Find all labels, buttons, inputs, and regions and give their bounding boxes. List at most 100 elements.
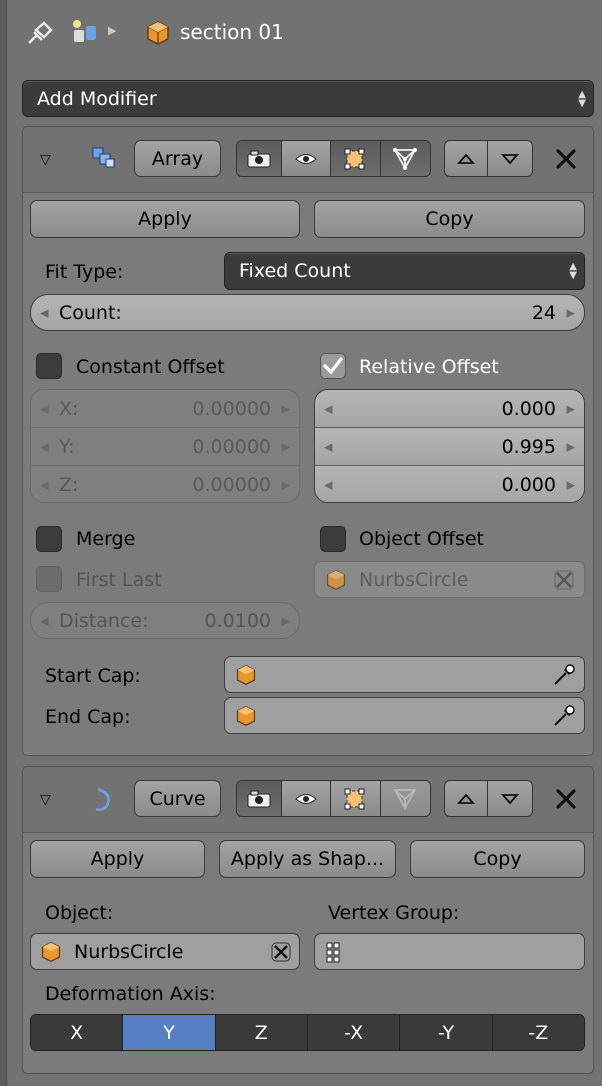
- merge-label: Merge: [76, 528, 136, 550]
- constant-y-field[interactable]: ◀ Y: 0.00000 ▶: [31, 428, 299, 466]
- constant-x-field[interactable]: ◀ X: 0.00000 ▶: [31, 390, 299, 428]
- axis-neg-z-button[interactable]: -Z: [492, 1015, 584, 1050]
- updown-icon: ▲ ▼: [578, 88, 586, 109]
- array-modifier-icon: [91, 146, 117, 170]
- updown-icon: ▲ ▼: [569, 261, 577, 281]
- vertex-group-field[interactable]: [314, 933, 585, 970]
- axis-neg-x-label: -X: [344, 1021, 364, 1044]
- array-apply-label: Apply: [138, 208, 192, 230]
- relative-y-value: 0.995: [501, 435, 556, 458]
- count-label: Count:: [59, 301, 122, 324]
- up-icon: [457, 793, 475, 804]
- axis-z-button[interactable]: Z: [215, 1015, 308, 1050]
- object-cube-icon: [146, 20, 170, 46]
- increment-arrow-icon[interactable]: ▶: [567, 306, 575, 319]
- move-down-button[interactable]: [488, 781, 532, 816]
- axis-neg-x-button[interactable]: -X: [307, 1015, 401, 1050]
- curve-apply-button[interactable]: Apply: [30, 840, 205, 878]
- distance-value: 0.0100: [204, 609, 271, 632]
- deformation-axis-label: Deformation Axis:: [45, 983, 216, 1005]
- vertex-group-icon: [326, 942, 340, 963]
- merge-distance-field[interactable]: ◀ Distance: 0.0100 ▶: [30, 602, 300, 639]
- offset-object-value: NurbsCircle: [359, 569, 469, 591]
- curve-name: Curve: [149, 787, 206, 810]
- relative-x-value: 0.000: [501, 397, 556, 420]
- down-icon: [501, 153, 519, 164]
- constant-z-label: Z:: [59, 474, 79, 496]
- relative-x-field[interactable]: ◀ 0.000 ▶: [315, 390, 584, 428]
- eye-toggle[interactable]: [281, 781, 332, 816]
- fit-type-label: Fit Type:: [45, 261, 124, 283]
- region-divider[interactable]: [0, 0, 7, 1086]
- relative-offset-label: Relative Offset: [359, 356, 499, 378]
- constant-offset-checkbox[interactable]: [36, 353, 62, 379]
- constant-z-value: 0.00000: [192, 474, 271, 496]
- collapse-arrow-icon[interactable]: ▽: [40, 792, 51, 808]
- relative-z-field[interactable]: ◀ 0.000 ▶: [315, 466, 584, 502]
- object-offset-checkbox[interactable]: [320, 526, 346, 552]
- relative-offset-checkbox[interactable]: [320, 353, 346, 379]
- editmode-icon: [344, 148, 365, 169]
- count-field[interactable]: ◀ Count: 24 ▶: [30, 294, 585, 331]
- first-last-checkbox[interactable]: [36, 566, 62, 592]
- render-camera-icon: [247, 150, 271, 167]
- cage-toggle[interactable]: [380, 781, 430, 816]
- eye-icon: [295, 793, 317, 804]
- deformation-axis-selector: X Y Z -X -Y -Z: [30, 1014, 585, 1051]
- editmode-toggle[interactable]: [331, 781, 381, 816]
- add-modifier-dropdown[interactable]: Add Modifier ▲ ▼: [22, 80, 594, 117]
- fit-type-dropdown[interactable]: Fixed Count ▲ ▼: [224, 252, 585, 290]
- render-camera-toggle[interactable]: [237, 141, 282, 176]
- start-cap-field[interactable]: [224, 656, 585, 693]
- checkmark-icon: [323, 357, 343, 375]
- constant-y-value: 0.00000: [192, 435, 271, 458]
- curve-object-field[interactable]: NurbsCircle: [30, 933, 300, 970]
- curve-copy-button[interactable]: Copy: [410, 840, 585, 878]
- render-camera-toggle[interactable]: [237, 781, 282, 816]
- end-cap-field[interactable]: [224, 697, 585, 734]
- object-cube-icon: [41, 942, 61, 962]
- collapse-arrow-icon[interactable]: ▽: [40, 152, 51, 168]
- array-move-buttons: [444, 140, 533, 177]
- object-data-icon: [70, 18, 100, 46]
- apply-as-shape-label: Apply as Shap...: [230, 848, 385, 870]
- move-up-button[interactable]: [445, 781, 489, 816]
- close-icon[interactable]: [555, 788, 577, 810]
- curve-copy-label: Copy: [473, 848, 522, 870]
- pin-icon[interactable]: [26, 20, 54, 46]
- axis-neg-y-button[interactable]: -Y: [400, 1015, 493, 1050]
- curve-visibility-toggles: [236, 780, 431, 817]
- array-copy-button[interactable]: Copy: [314, 200, 585, 238]
- editmode-toggle[interactable]: [331, 141, 381, 176]
- array-name-field[interactable]: Array: [134, 140, 221, 177]
- close-icon[interactable]: [555, 148, 577, 170]
- apply-as-shape-button[interactable]: Apply as Shap...: [219, 840, 396, 878]
- properties-editor: ▶ section 01 Add Modifier ▲ ▼ ▽ Array Ap…: [0, 0, 602, 1086]
- axis-neg-z-label: -Z: [528, 1021, 549, 1044]
- cage-toggle[interactable]: [380, 141, 430, 176]
- move-down-button[interactable]: [488, 141, 532, 176]
- eye-icon: [295, 153, 317, 164]
- array-name: Array: [151, 147, 204, 170]
- constant-x-label: X:: [59, 397, 79, 420]
- relative-y-field[interactable]: ◀ 0.995 ▶: [315, 428, 584, 466]
- constant-z-field[interactable]: ◀ Z: 0.00000 ▶: [31, 466, 299, 502]
- constant-x-value: 0.00000: [192, 397, 271, 420]
- axis-x-button[interactable]: X: [31, 1015, 124, 1050]
- move-up-button[interactable]: [445, 141, 489, 176]
- axis-x-label: X: [70, 1021, 84, 1044]
- axis-neg-y-label: -Y: [437, 1021, 455, 1044]
- breadcrumb-arrow: ▶: [108, 24, 117, 37]
- merge-checkbox[interactable]: [36, 526, 62, 552]
- clear-x-icon: [554, 570, 574, 590]
- constant-offset-label: Constant Offset: [76, 356, 225, 378]
- curve-name-field[interactable]: Curve: [134, 780, 221, 817]
- decrement-arrow-icon[interactable]: ◀: [40, 306, 48, 319]
- array-apply-button[interactable]: Apply: [30, 200, 300, 238]
- object-offset-label: Object Offset: [359, 528, 485, 550]
- axis-y-button[interactable]: Y: [123, 1015, 216, 1050]
- curve-object-value: NurbsCircle: [74, 941, 184, 963]
- offset-object-field[interactable]: NurbsCircle: [314, 561, 585, 598]
- eye-toggle[interactable]: [281, 141, 332, 176]
- constant-y-label: Y:: [59, 435, 75, 458]
